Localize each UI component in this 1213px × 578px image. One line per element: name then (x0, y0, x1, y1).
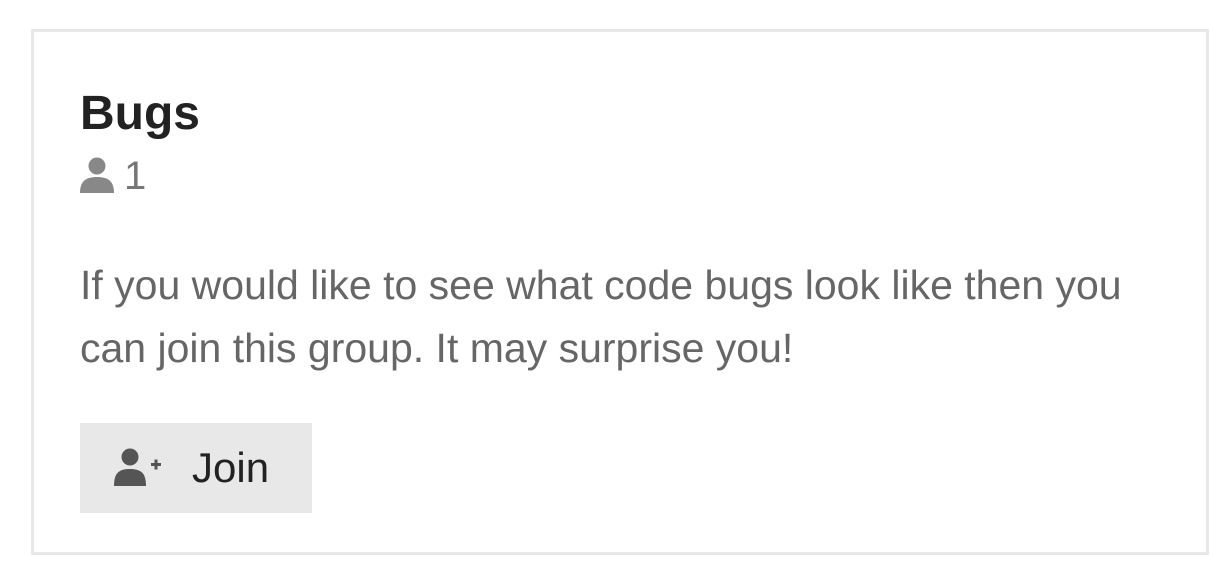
user-plus-icon (114, 448, 161, 486)
group-title: Bugs (80, 87, 200, 140)
join-button-label: Join (192, 444, 270, 491)
group-description: If you would like to see what code bugs … (80, 262, 1122, 371)
join-button[interactable]: Join (80, 423, 312, 513)
user-icon (80, 157, 114, 193)
group-card: Bugs 1 If you would like to see what cod… (31, 29, 1209, 555)
member-count-value: 1 (124, 153, 147, 198)
member-count: 1 (80, 154, 146, 198)
